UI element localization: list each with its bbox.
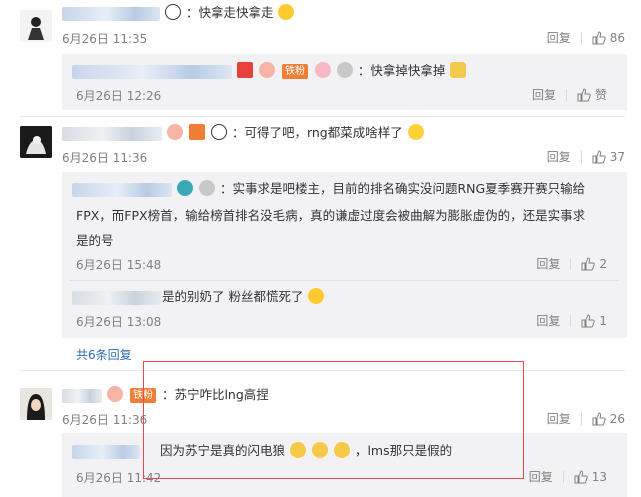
like-button[interactable]: 37 [592,150,625,164]
comment-time: 6月26日 15:48 [76,258,162,272]
pink-emoji-icon [314,62,331,78]
reply-button[interactable]: 回复 [532,86,556,103]
thumbs-up-icon [592,149,606,163]
thumbs-up-icon [581,313,596,327]
eye-emoji-icon [176,180,193,196]
separator [70,280,619,281]
comment-time: 6月26日 11:36 [62,413,148,427]
username[interactable] [62,6,160,21]
like-count: 86 [609,30,625,45]
comment-time: 6月26日 11:35 [62,32,148,46]
view-all-replies-link[interactable]: 共6条回复 [76,346,132,363]
reply-box: ：实事求是吧楼主，目前的排名确实没问题RNG夏季赛开赛只输给 FPX，而FPX榜… [62,172,627,338]
comment-actions: 回复 86 [547,29,625,46]
panda-emoji-icon [210,124,227,140]
username[interactable] [72,290,162,305]
reply-button[interactable]: 回复 [547,29,571,46]
username[interactable] [62,388,102,403]
avatar[interactable] [20,10,52,42]
divider [562,470,564,483]
comment-actions: 回复 37 [547,148,625,165]
divider [580,412,582,425]
comment-text-line2: FPX，而FPX榜首，输给榜首排名没毛病，真的谦虚过度会被曲解为膨胀虚伪的，还是… [76,208,586,223]
like-button[interactable]: 86 [592,31,625,45]
reply-box: 因为苏宁是真的闪电狼 ，lms那只是假的 6月26日 11:42 回复 13 [62,433,627,497]
like-count: 26 [609,411,625,426]
reply-button[interactable]: 回复 [536,312,560,329]
like-count: 2 [599,256,607,271]
cat-emoji-icon [333,442,350,458]
comment-text-line1: ：实事求是吧楼主，目前的排名确实没问题RNG夏季赛开赛只输给 [219,181,586,196]
laugh-emoji-icon [308,288,325,304]
like-count: 赞 [594,88,607,102]
like-button[interactable]: 13 [574,470,607,484]
reply-button[interactable]: 回复 [547,148,571,165]
divider [570,257,572,270]
like-button[interactable]: 2 [581,257,607,271]
flag-emoji-icon [188,124,205,140]
like-count: 13 [591,469,607,484]
avatar[interactable] [20,388,52,420]
comment-text: ：快拿走快拿走 [185,5,274,20]
thumbs-up-icon [577,87,591,101]
comment-text-suffix: ，lms那只是假的 [354,443,453,458]
like-button[interactable]: 1 [581,314,607,328]
medal-emoji-icon [198,180,215,196]
reply-button[interactable]: 回复 [536,255,560,272]
comment-time: 6月26日 12:26 [76,89,162,103]
comment-actions: 回复 13 [529,468,607,485]
reply-box: 铁粉 ：快拿掉快拿掉 6月26日 12:26 回复 赞 [62,54,627,110]
fan-badge: 铁粉 [129,388,156,403]
like-count: 1 [599,313,607,328]
thumbs-up-icon [592,30,606,44]
username[interactable] [72,64,232,79]
comment-text: 是的别奶了 粉丝都慌死了 [162,289,304,304]
avatar[interactable] [20,126,52,158]
smile-emoji-icon [407,124,424,140]
avatar-emoji-icon [258,62,275,78]
panda-emoji-icon [164,4,181,20]
like-button[interactable]: 26 [592,412,625,426]
divider [580,150,582,163]
character-emoji-icon [450,62,467,78]
comment-text: ：快拿掉快拿掉 [357,63,446,78]
avatar-emoji-icon [106,386,123,402]
comment-time: 6月26日 13:08 [76,315,162,329]
cat-emoji-icon [311,442,328,458]
username[interactable] [62,126,162,141]
thumbs-up-icon [581,256,596,270]
comment-text: ：苏宁咋比lng高捏 [161,387,269,402]
medal-emoji-icon [336,62,353,78]
thumbs-up-icon [574,469,588,483]
like-button[interactable]: 赞 [577,86,607,103]
username[interactable] [72,444,140,459]
comment-text-line3: 是的号 [76,233,114,248]
like-count: 37 [609,149,625,164]
comment-time: 6月26日 11:42 [76,471,162,485]
divider [565,88,567,101]
laugh-emoji-icon [278,4,295,20]
divider [570,314,572,327]
avatar-emoji-icon [166,124,183,140]
cat-emoji-icon [289,442,306,458]
comment-actions: 回复 2 [536,255,607,272]
divider [580,31,582,44]
comment-actions: 回复 1 [536,312,607,329]
comment-time: 6月26日 11:36 [62,151,148,165]
separator [20,370,625,371]
separator [20,116,625,117]
reply-button[interactable]: 回复 [547,410,571,427]
comment-actions: 回复 26 [547,410,625,427]
comment-text: 因为苏宁是真的闪电狼 [159,443,285,458]
username[interactable] [72,182,172,197]
comment-actions: 回复 赞 [532,86,607,103]
comment-text: ：可得了吧，rng都菜成啥样了 [231,125,403,140]
thumbs-up-icon [592,411,606,425]
star-emoji-icon [236,62,253,78]
fan-badge: 铁粉 [281,64,308,79]
reply-button[interactable]: 回复 [529,468,553,485]
